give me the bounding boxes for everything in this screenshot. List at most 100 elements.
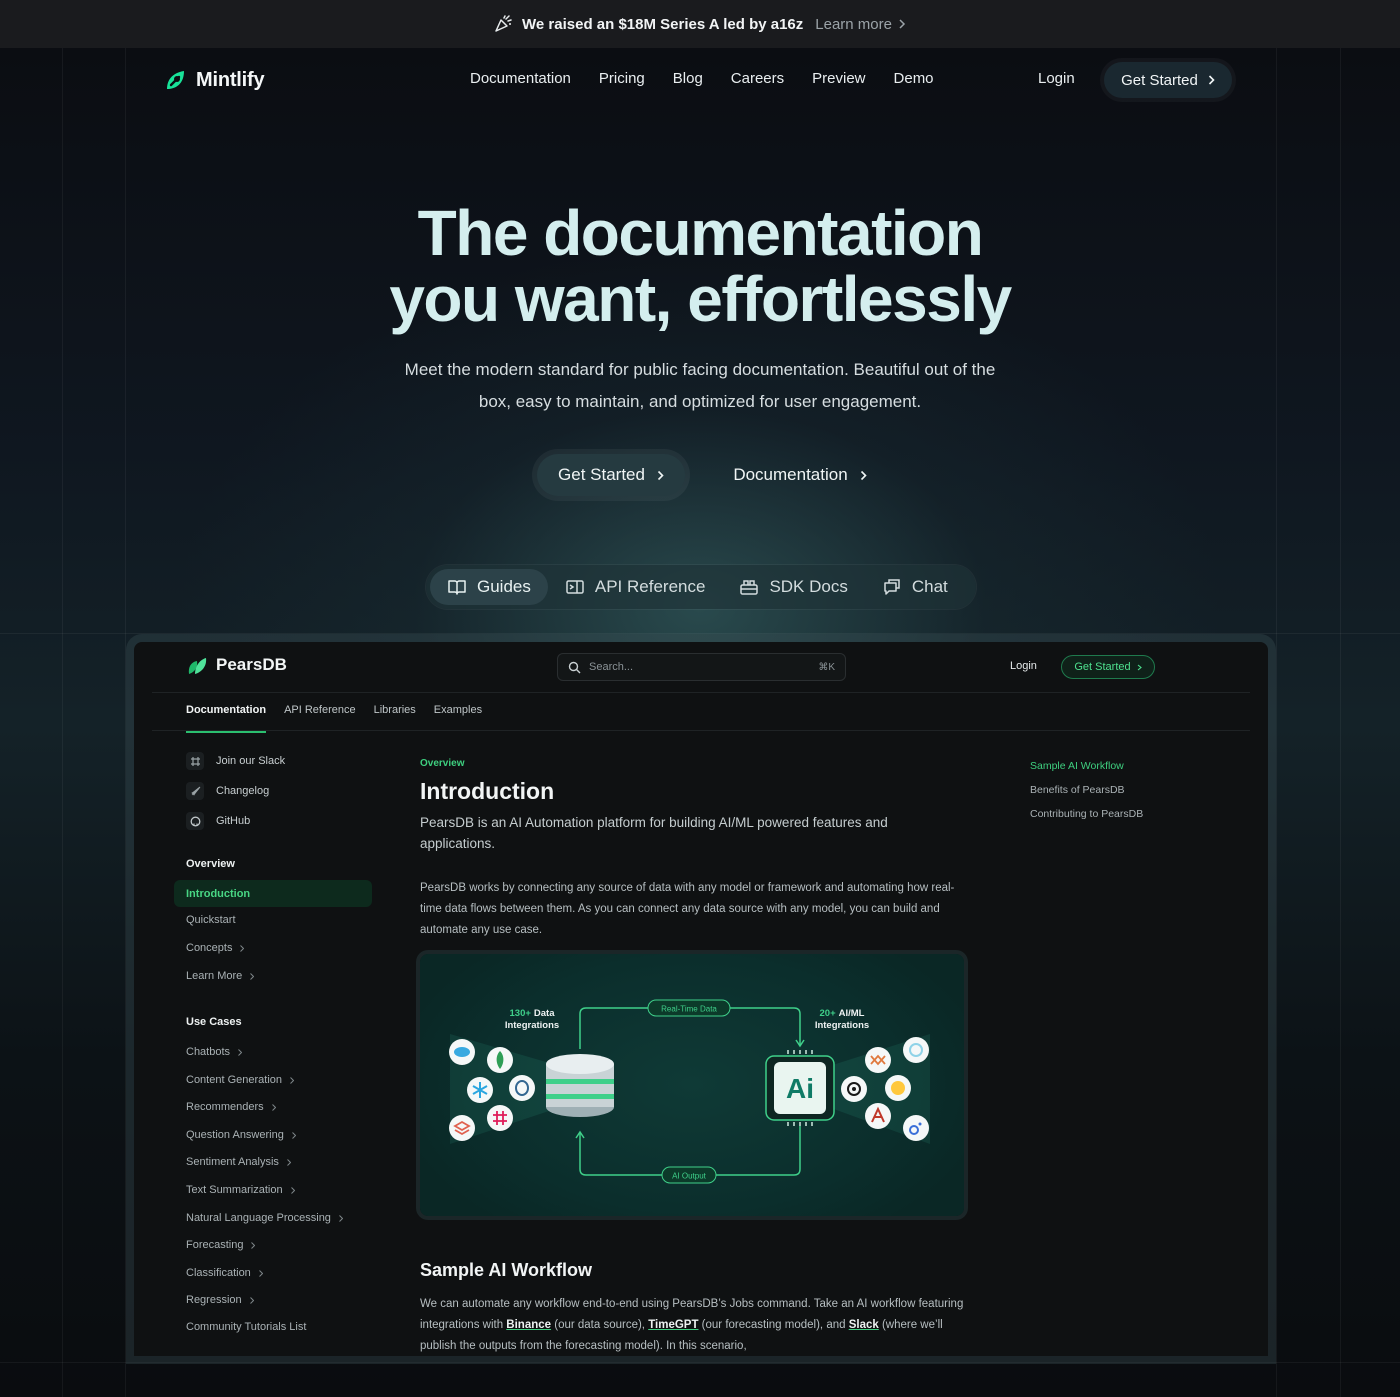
- sidebar-item-label: Forecasting: [186, 1239, 244, 1251]
- demo-get-started-label: Get Started: [1074, 661, 1131, 673]
- slack-link[interactable]: Slack: [849, 1319, 879, 1331]
- demo-brand-name: PearsDB: [216, 655, 287, 674]
- tab-guides[interactable]: Guides: [430, 569, 548, 605]
- learn-more-link[interactable]: Learn more: [815, 16, 906, 33]
- search-shortcut: ⌘K: [818, 661, 835, 673]
- sidebar-item-regression[interactable]: Regression: [186, 1294, 254, 1306]
- chevron-right-icon: [251, 1241, 256, 1249]
- nav-link-demo[interactable]: Demo: [894, 70, 934, 87]
- toc-item-sample-ai-workflow[interactable]: Sample AI Workflow: [1030, 760, 1124, 772]
- sidebar-item-learn-more[interactable]: Learn More: [186, 970, 255, 982]
- sidebar-item-label: Chatbots: [186, 1046, 231, 1058]
- sidebar-item-label: Sentiment Analysis: [186, 1156, 279, 1168]
- tab-chat-label: Chat: [911, 577, 948, 596]
- login-link[interactable]: Login: [1038, 70, 1075, 87]
- sidebar-item-content-generation[interactable]: Content Generation: [186, 1074, 295, 1086]
- sidebar-item-question-answering[interactable]: Question Answering: [186, 1129, 296, 1141]
- nav-link-careers[interactable]: Careers: [731, 70, 784, 87]
- slack-icon: [186, 752, 204, 770]
- demo-header: PearsDB ⌘K Login Get Started: [134, 642, 1268, 692]
- demo-tab-documentation[interactable]: Documentation: [186, 704, 267, 733]
- sidebar-link-slack[interactable]: Join our Slack: [186, 752, 285, 770]
- nav-link-pricing[interactable]: Pricing: [599, 70, 645, 87]
- sidebar-item-label: Natural Language Processing: [186, 1212, 331, 1224]
- demo-brand-logo[interactable]: PearsDB: [186, 654, 287, 676]
- sidebar-item-text-summarization[interactable]: Text Summarization: [186, 1184, 295, 1196]
- sidebar-link-label: Changelog: [216, 785, 270, 797]
- cohere-icon: [903, 1115, 929, 1141]
- demo-login-link[interactable]: Login: [1010, 660, 1037, 672]
- demo-search-box[interactable]: ⌘K: [557, 653, 846, 681]
- diagram-graphic: Real-Time Data AI Output 130+ Data Integr…: [449, 999, 930, 1184]
- binance-link[interactable]: Binance: [506, 1319, 551, 1331]
- nav-link-documentation[interactable]: Documentation: [470, 70, 571, 87]
- model-icon: [865, 1047, 891, 1073]
- sidebar-heading-overview: Overview: [186, 858, 235, 870]
- chevron-right-icon: [258, 1269, 263, 1277]
- brand-logo[interactable]: Mintlify: [164, 68, 265, 92]
- hero-subtitle: Meet the modern standard for public faci…: [404, 360, 996, 411]
- sidebar-item-concepts[interactable]: Concepts: [186, 942, 245, 954]
- code-panel-icon: [566, 580, 584, 594]
- demo-get-started-button[interactable]: Get Started: [1061, 655, 1155, 679]
- github-icon: [186, 812, 204, 830]
- tab-sdk-docs[interactable]: SDK Docs: [722, 569, 864, 605]
- sidebar-item-chatbots[interactable]: Chatbots: [186, 1046, 243, 1058]
- section-paragraph: We can automate any workflow end-to-end …: [420, 1294, 965, 1356]
- section-heading: Sample AI Workflow: [420, 1260, 593, 1280]
- chevron-right-icon: [1137, 664, 1142, 670]
- sidebar-item-label: Quickstart: [186, 914, 236, 926]
- sidebar-item-nlp[interactable]: Natural Language Processing: [186, 1212, 343, 1224]
- openai-icon: [841, 1076, 867, 1102]
- nav-link-preview[interactable]: Preview: [812, 70, 865, 87]
- demo-tab-api-reference[interactable]: API Reference: [284, 704, 356, 716]
- sidebar-item-sentiment-analysis[interactable]: Sentiment Analysis: [186, 1156, 291, 1168]
- rocket-icon: [186, 782, 204, 800]
- hero-title-line-2: you want, effortlessly: [389, 263, 1012, 335]
- divider: [152, 692, 1250, 693]
- architecture-diagram: Real-Time Data AI Output 130+ Data Integr…: [420, 954, 964, 1216]
- book-icon: [448, 580, 466, 595]
- sidebar-item-forecasting[interactable]: Forecasting: [186, 1239, 256, 1251]
- sidebar-item-label: Text Summarization: [186, 1184, 283, 1196]
- toc-item-contributing[interactable]: Contributing to PearsDB: [1030, 808, 1143, 820]
- grid-line: [0, 1362, 1400, 1363]
- sidebar-item-quickstart[interactable]: Quickstart: [186, 914, 236, 926]
- sidebar-link-github[interactable]: GitHub: [186, 812, 250, 830]
- mongodb-icon: [487, 1047, 513, 1073]
- sidebar-link-changelog[interactable]: Changelog: [186, 782, 269, 800]
- slack-icon: [487, 1105, 513, 1131]
- demo-tab-examples[interactable]: Examples: [434, 704, 482, 716]
- postgres-icon: [509, 1075, 535, 1101]
- tab-api-reference[interactable]: API Reference: [548, 569, 723, 605]
- tab-chat[interactable]: Chat: [865, 569, 965, 605]
- learn-more-label: Learn more: [815, 15, 892, 33]
- hero-documentation-button[interactable]: Documentation: [720, 454, 880, 496]
- content-title: Introduction: [420, 778, 555, 804]
- chevron-right-icon: [238, 1048, 243, 1056]
- get-started-button[interactable]: Get Started: [1104, 62, 1232, 98]
- product-demo-window: PearsDB ⌘K Login Get Started Documentati…: [134, 642, 1268, 1356]
- nav-link-blog[interactable]: Blog: [673, 70, 703, 87]
- chevron-right-icon: [250, 972, 255, 980]
- sidebar-item-recommenders[interactable]: Recommenders: [186, 1101, 276, 1113]
- left-integrations-subheading: Integrations: [505, 1020, 559, 1031]
- ai-chip-icon: Ai: [765, 1050, 835, 1126]
- toc-item-benefits[interactable]: Benefits of PearsDB: [1030, 784, 1125, 796]
- sidebar-item-label: Content Generation: [186, 1074, 283, 1086]
- snowflake-icon: [467, 1077, 493, 1103]
- nav-links: Documentation Pricing Blog Careers Previ…: [470, 70, 934, 87]
- left-integrations-heading: 130+ Data: [510, 1008, 556, 1019]
- hero-get-started-button[interactable]: Get Started: [537, 454, 685, 496]
- sidebar-item-label: Learn More: [186, 970, 243, 982]
- sidebar-item-introduction[interactable]: Introduction: [174, 880, 372, 907]
- timegpt-link[interactable]: TimeGPT: [648, 1319, 698, 1331]
- chevron-right-icon: [860, 470, 867, 480]
- sidebar-item-classification[interactable]: Classification: [186, 1267, 263, 1279]
- sidebar-link-label: Join our Slack: [216, 755, 286, 767]
- sidebar-item-community-tutorials[interactable]: Community Tutorials List: [186, 1321, 306, 1333]
- grid-line: [0, 633, 1400, 634]
- demo-search-input[interactable]: [589, 661, 811, 673]
- brand-name: Mintlify: [196, 68, 265, 91]
- demo-tab-libraries[interactable]: Libraries: [374, 704, 416, 716]
